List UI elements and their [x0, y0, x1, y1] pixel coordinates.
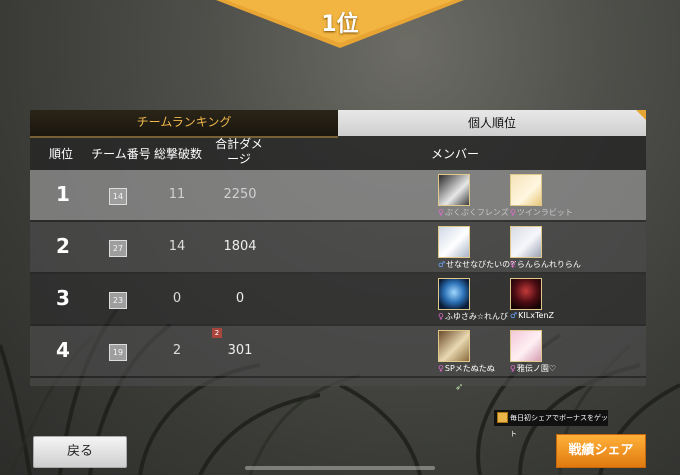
member-avatar[interactable] — [438, 174, 470, 206]
header-members: メンバー — [430, 147, 479, 161]
member-name: ♀らんらんれりらん — [510, 260, 581, 269]
back-button[interactable]: 戻る — [33, 436, 127, 468]
team-number-badge: 23 — [109, 292, 127, 309]
member-card[interactable]: ♀ぷくぷくフレンズ — [438, 174, 513, 218]
row-kills: 14 — [168, 239, 186, 254]
member-name: ♀ふゆさみ☆れんび — [438, 312, 509, 321]
row-rank: 3 — [56, 286, 70, 310]
member-name: ♂KILxTenZ — [510, 311, 554, 320]
gift-icon — [497, 412, 508, 423]
tab-personal-ranking[interactable]: 個人順位 — [338, 110, 646, 136]
member-card[interactable]: ♀SPメたぬたぬ — [438, 330, 513, 374]
row-kills: 2 — [172, 343, 182, 358]
member-name: ♀雅伝ノ園♡ — [510, 364, 557, 373]
member-avatar[interactable] — [438, 226, 470, 258]
member-card[interactable]: ♂せなせなびたいの?? — [438, 226, 516, 270]
home-indicator[interactable] — [245, 466, 435, 470]
share-results-button[interactable]: 戦績シェア — [556, 434, 646, 468]
scroll-hint-icon: ➶ — [455, 382, 464, 393]
table-row[interactable]: 3 23 0 0 ♀ふゆさみ☆れんび ♂KILxTenZ — [30, 274, 646, 324]
member-card[interactable]: ♀ツインラビット — [510, 174, 585, 218]
member-card[interactable]: ♀ふゆさみ☆れんび — [438, 278, 513, 322]
member-name: ♀SPメたぬたぬ — [438, 364, 495, 373]
member-avatar[interactable] — [510, 226, 542, 258]
member-avatar[interactable] — [438, 278, 470, 310]
member-name: ♂せなせなびたいの?? — [438, 260, 516, 269]
header-kills: 総撃破数 — [153, 147, 202, 161]
member-avatar[interactable] — [438, 330, 470, 362]
header-damage: 合計ダメージ — [215, 137, 263, 166]
member-card[interactable]: ♀らんらんれりらん — [510, 226, 585, 270]
member-card[interactable]: ♀雅伝ノ園♡ — [510, 330, 585, 374]
team-number-badge: 14 — [109, 188, 127, 205]
rank-banner: 1位 — [216, 0, 464, 48]
member-avatar[interactable] — [510, 278, 542, 310]
ranking-panel: チームランキング 個人順位 順位 チーム番号 総撃破数 合計ダメージ メンバー … — [30, 110, 646, 386]
member-name: ♀ぷくぷくフレンズ — [438, 208, 509, 217]
row-kills: 11 — [168, 187, 186, 202]
row-damage: 2250 — [223, 187, 257, 202]
row-rank: 2 — [56, 234, 70, 258]
member-avatar[interactable] — [510, 174, 542, 206]
member-name: ♀ツインラビット — [510, 208, 573, 217]
row-damage: 301 — [227, 343, 253, 358]
damage-rank-badge: 2 — [212, 328, 222, 338]
header-team-number: チーム番号 — [91, 147, 151, 161]
tab-corner-decoration — [636, 110, 646, 120]
row-rank: 1 — [56, 182, 70, 206]
table-row[interactable]: 2 27 14 1804 ♂せなせなびたいの?? ♀らんらんれりらん — [30, 222, 646, 272]
ranking-tabs: チームランキング 個人順位 — [30, 110, 646, 138]
share-bonus-tooltip: 毎日初シェアでボーナスをゲット — [494, 410, 608, 438]
tab-team-ranking[interactable]: チームランキング — [30, 110, 338, 138]
member-avatar[interactable] — [510, 330, 542, 362]
team-number-badge: 27 — [109, 240, 127, 257]
header-rank: 順位 — [48, 147, 73, 161]
row-damage: 0 — [235, 291, 245, 306]
table-row-partial — [30, 378, 646, 386]
team-number-badge: 19 — [109, 344, 127, 361]
row-rank: 4 — [56, 338, 70, 362]
final-rank: 1位 — [321, 12, 359, 37]
member-card[interactable]: ♂KILxTenZ — [510, 278, 585, 322]
row-kills: 0 — [172, 291, 182, 306]
row-damage: 1804 — [223, 239, 257, 254]
table-row[interactable]: 1 14 11 2250 ♀ぷくぷくフレンズ ♀ツインラビット — [30, 170, 646, 220]
table-header: 順位 チーム番号 総撃破数 合計ダメージ メンバー — [30, 136, 646, 170]
table-row[interactable]: 4 19 2 301 2 ♀SPメたぬたぬ ♀雅伝ノ園♡ — [30, 326, 646, 376]
